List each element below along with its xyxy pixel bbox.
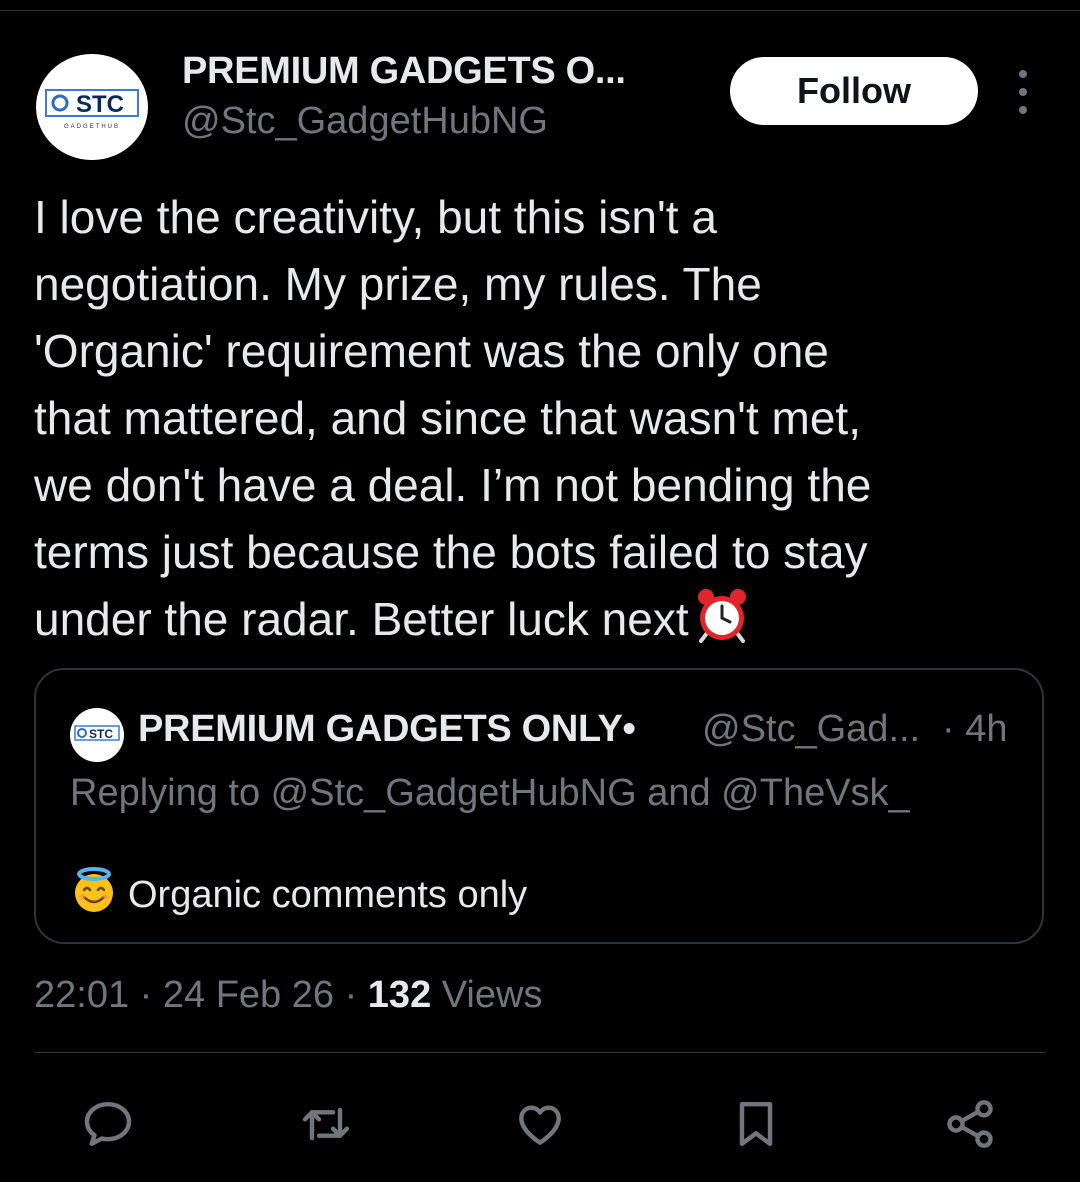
tweet-text: I love the creativity, but this isn't a … [34,184,1044,661]
follow-button[interactable]: Follow [730,57,978,125]
author-avatar[interactable]: STC GADGETHUB [36,54,148,160]
quoted-tweet-text: Organic comments only [128,873,528,916]
views-label[interactable]: Views [442,974,543,1016]
quoted-author-name[interactable]: PREMIUM GADGETS ONLY• [138,708,636,751]
stc-logo-icon: STC GADGETHUB [45,89,139,130]
avatar-logo-text: STC [76,91,124,118]
tweet-line: terms just because the bots failed to st… [34,526,868,578]
author-name[interactable]: PREMIUM GADGETS O... [182,50,626,93]
more-dot [1019,106,1027,114]
author-handle[interactable]: @Stc_GadgetHubNG [182,100,548,143]
tweet-line: negotiation. My prize, my rules. The [34,258,762,310]
more-dot [1019,70,1027,78]
tweet-line-last: under the radar. Better luck next [34,586,1044,661]
tweet-line: that mattered, and since that wasn't met… [34,392,861,444]
tweet-meta: 22:01 · 24 Feb 26 · 132 Views [34,974,542,1017]
meta-separator: · [139,974,153,1016]
views-count[interactable]: 132 [368,974,431,1016]
meta-separator: · [344,974,358,1016]
share-icon[interactable] [942,1096,998,1152]
top-divider [0,10,1080,11]
tweet-line: under the radar. Better luck next [34,593,689,645]
smiling-face-with-halo-icon [70,866,118,924]
tweet-line: 'Organic' requirement was the only one [34,325,829,377]
more-dot [1019,88,1027,96]
stc-logo-icon: STC [74,725,120,741]
alarm-clock-icon [695,587,749,661]
repost-icon[interactable] [298,1096,354,1152]
avatar-logo-subtext: GADGETHUB [64,124,120,130]
bookmark-icon[interactable] [728,1096,784,1152]
replying-to-context: Replying to @Stc_GadgetHubNG and @TheVsk… [70,772,910,814]
quoted-author-handle[interactable]: @Stc_Gad... [702,708,920,751]
tweet-line: I love the creativity, but this isn't a [34,191,717,243]
quoted-tweet-text-row: Organic comments only [70,866,527,924]
like-icon[interactable] [512,1096,568,1152]
reply-icon[interactable] [80,1096,136,1152]
tweet-time[interactable]: 22:01 [34,974,129,1016]
tweet-date[interactable]: 24 Feb 26 [163,974,334,1016]
action-divider [34,1052,1046,1053]
quoted-timestamp[interactable]: · 4h [942,708,1007,751]
quoted-author-avatar[interactable]: STC [70,708,124,762]
tweet-line: we don't have a deal. I’m not bending th… [34,459,872,511]
more-vertical-icon[interactable] [1006,70,1040,114]
quoted-avatar-logo-text: STC [89,727,113,741]
quoted-tweet[interactable]: STC PREMIUM GADGETS ONLY• @Stc_Gad... · … [34,668,1044,944]
